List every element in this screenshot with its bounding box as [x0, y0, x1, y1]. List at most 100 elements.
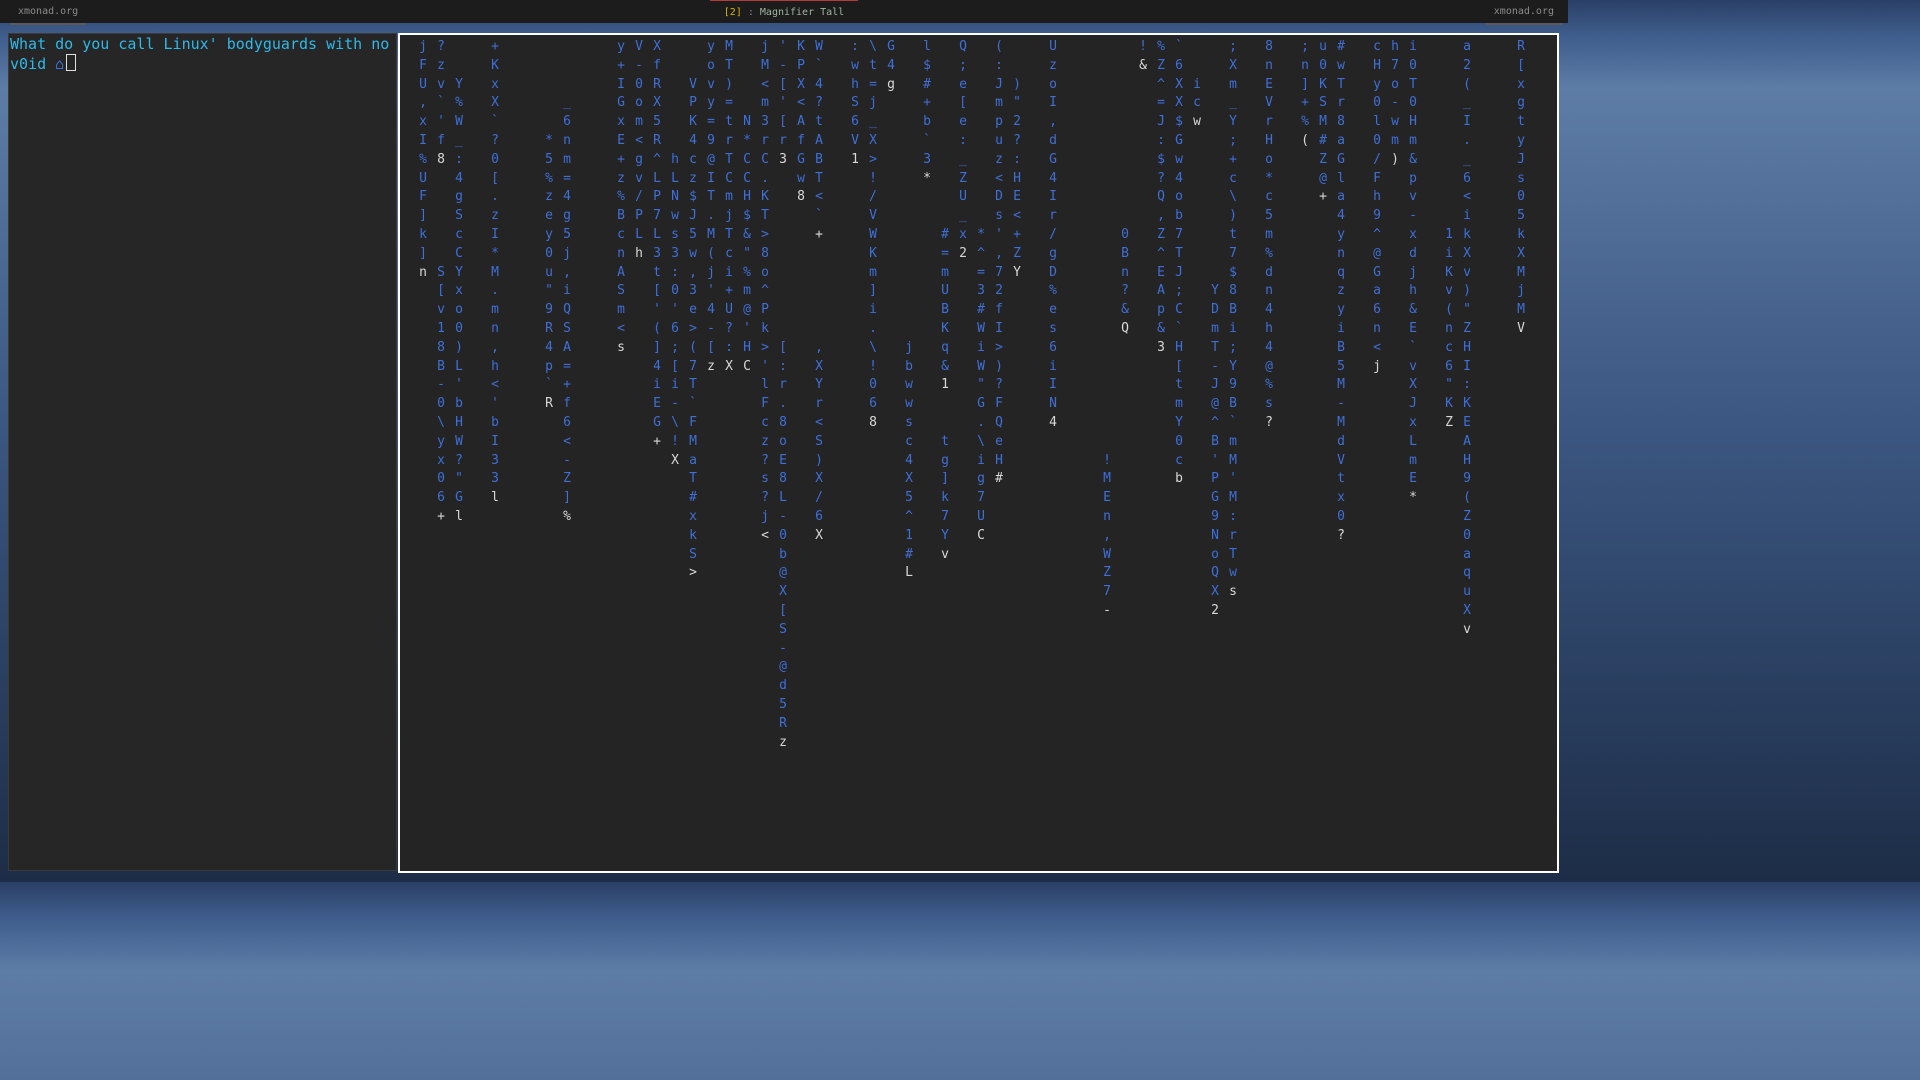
rain-char: a [689, 452, 697, 468]
rain-char: v [437, 76, 445, 92]
rain-char: s [1517, 170, 1525, 186]
rain-char: U [1049, 39, 1057, 54]
rain-char: , [419, 95, 427, 111]
rain-char: T [1409, 76, 1417, 92]
rain-char: Y [1175, 414, 1183, 430]
rain-char: + [1301, 95, 1309, 111]
rain-char: ; [1301, 39, 1309, 54]
rain-char: < [797, 95, 805, 111]
right-window-title[interactable]: xmonad.org [1485, 0, 1562, 25]
rain-char: c [1373, 39, 1381, 54]
rain-char: , [563, 264, 571, 280]
rain-char: < [761, 527, 769, 543]
rain-char: 7 [1103, 584, 1111, 600]
left-window-title[interactable]: xmonad.org [10, 0, 87, 25]
rain-char: - [1391, 95, 1399, 111]
rain-char: v [1463, 264, 1471, 280]
rain-char: N [1211, 527, 1219, 543]
rain-char: s [671, 226, 679, 242]
rain-char: 3 [1157, 339, 1165, 355]
rain-char: X [1409, 377, 1417, 393]
rain-char: X [491, 95, 499, 111]
rain-char: G [887, 39, 895, 54]
rain-char: # [941, 227, 949, 242]
rain-char: = [707, 114, 715, 130]
rain-char: m [1229, 433, 1237, 449]
rain-char: y [707, 95, 715, 111]
rain-char: 7 [1229, 245, 1237, 261]
rain-char: ) [455, 339, 463, 355]
rain-char: b [491, 414, 499, 430]
rain-char: X [869, 132, 877, 148]
rain-char: \ [671, 414, 679, 430]
rain-char: m [1175, 396, 1183, 412]
rain-char: Y [1229, 358, 1237, 374]
rain-char: : [725, 339, 733, 355]
rain-char: ( [653, 320, 661, 336]
workspace-number[interactable]: [2] [724, 7, 742, 18]
rain-char: % [545, 170, 553, 186]
rain-char: e [545, 208, 553, 224]
rain-char: ! [869, 170, 877, 186]
terminal-window[interactable] [8, 33, 397, 871]
rain-char: g [941, 452, 949, 468]
rain-char: I [617, 76, 625, 92]
rain-char: 4 [707, 302, 715, 318]
rain-char: b [455, 396, 463, 412]
rain-char: * [545, 133, 553, 148]
rain-char: + [1229, 151, 1237, 167]
rain-char: T [1337, 76, 1345, 92]
rain-char: n [563, 132, 571, 148]
rain-char: c [1265, 189, 1273, 205]
rain-char: 7 [995, 264, 1003, 280]
rain-char: A [563, 339, 571, 355]
rain-column: i 0 T 0 Hm & p v - x d j h & E ` v X Jx Lm E * [1406, 38, 1420, 508]
rain-char: T [689, 377, 697, 393]
rain-column: V - 0 o m < g v / P Lh [632, 38, 646, 264]
rain-column: V P K 4 c z $ J 5 w, 3 e >(7 T ` F Ma T # x k S > [686, 76, 700, 584]
rain-char: 0 [1517, 189, 1525, 205]
rain-char: ( [1463, 490, 1471, 506]
rain-char: 6 [671, 320, 679, 336]
rain-char: b [1175, 471, 1183, 487]
rain-char: ; [1229, 132, 1237, 148]
rain-char: 7 [689, 358, 697, 374]
rain-char: , [491, 339, 499, 355]
rain-char: : [1013, 151, 1021, 167]
rain-char: s [1049, 320, 1057, 336]
rain-char: [ [671, 358, 679, 374]
rain-char: 1 [941, 377, 949, 393]
rain-char: L [1409, 433, 1417, 449]
rain-char: f [563, 396, 571, 412]
rain-char: h [1373, 189, 1381, 205]
rain-char: 0 [545, 245, 553, 261]
rain-char: 5 [1265, 208, 1273, 224]
rain-char: + [653, 433, 661, 449]
rain-char: Q [959, 39, 967, 54]
rain-char: a [1337, 189, 1345, 205]
rain-column: ) " 2?: H E < + Z Y [1010, 76, 1024, 283]
rain-char: Z [1319, 151, 1327, 167]
rain-char: ` [689, 396, 697, 412]
rain-char: 0 [1409, 57, 1417, 73]
matrix-rain-window[interactable]: j F U, x I% U F] k] n? z v ` ' f 8 S[v 1 8 B -0 \ y x 0 6 + Y% W _:4… [398, 33, 1559, 873]
rain-char: 7 [1175, 226, 1183, 242]
rain-char: D [1211, 302, 1219, 318]
rain-char: = [563, 358, 571, 374]
rain-char: g [635, 151, 643, 167]
rain-char: E [617, 132, 625, 148]
rain-char: 1 [437, 320, 445, 336]
rain-char: H [1175, 339, 1183, 355]
rain-char: + [617, 151, 625, 167]
rain-char: _ [959, 151, 967, 167]
rain-char: n [1103, 508, 1111, 524]
rain-char: n [617, 245, 625, 261]
layout-name: Magnifier Tall [759, 7, 845, 18]
rain-char: 4 [455, 170, 463, 186]
rain-char: M [1229, 490, 1237, 506]
rain-char: ' [1211, 452, 1219, 468]
rain-column: t g] k 7 Yv [938, 433, 952, 565]
rain-char: c [905, 433, 913, 449]
rain-char: 9 [1463, 471, 1471, 487]
rain-char: w [905, 396, 913, 412]
